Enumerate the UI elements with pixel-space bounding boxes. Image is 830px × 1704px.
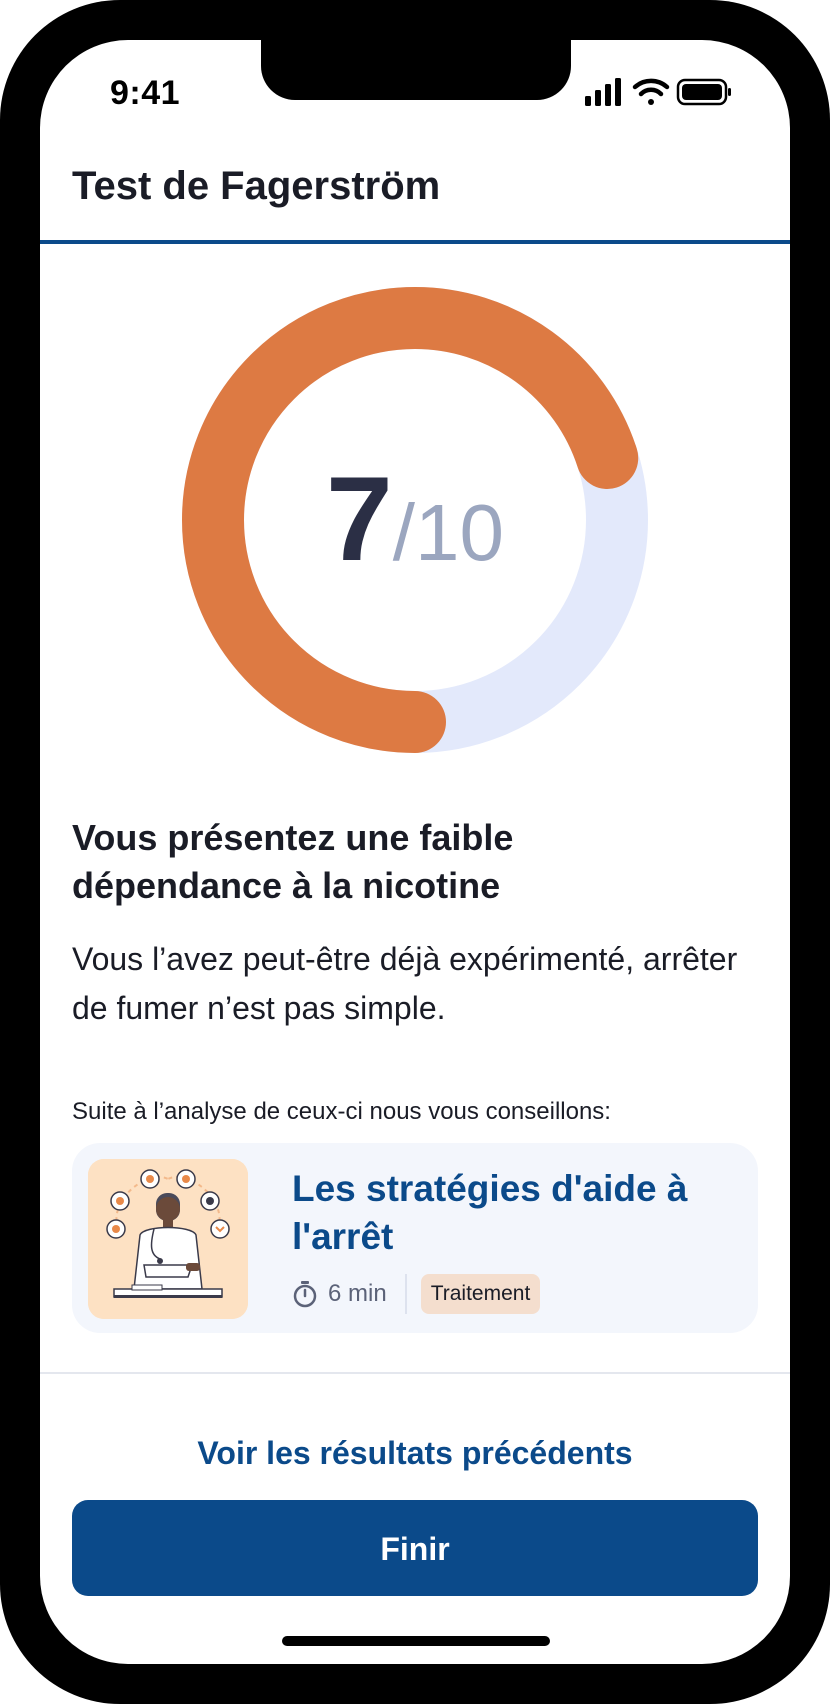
wifi-icon (632, 78, 670, 105)
score-display: 7/10 (180, 450, 650, 588)
doctor-illustration (88, 1159, 248, 1319)
meta-divider (404, 1274, 407, 1314)
notch (261, 40, 571, 100)
doctor-illustration-art (88, 1159, 248, 1319)
category-tag: Traitement (420, 1274, 541, 1314)
card-meta: 6 min Traitement (292, 1273, 541, 1315)
status-time: 9:41 (110, 74, 181, 112)
previous-results-link[interactable]: Voir les résultats précédents (40, 1435, 790, 1472)
finish-button[interactable]: Finir (72, 1500, 758, 1596)
battery-icon (676, 78, 731, 106)
result-description: Vous l’avez peut-être déjà expérimenté, … (72, 941, 738, 1026)
cellular-signal-icon (585, 78, 621, 106)
card-duration: 6 min (328, 1280, 387, 1307)
screen: 9:41 Test de Fagerström 7/10 Vous présen… (40, 40, 790, 1664)
timer-icon (293, 1281, 317, 1308)
score-value: 7 (326, 452, 393, 586)
footer-divider (40, 1372, 790, 1374)
card-title: Les stratégies d'aide à l'arrêt (292, 1168, 688, 1257)
score-total: /10 (392, 488, 504, 577)
phone-frame: 9:41 Test de Fagerström 7/10 Vous présen… (0, 0, 830, 1704)
recommendation-card[interactable]: Les stratégies d'aide à l'arrêt 6 min Tr… (72, 1143, 758, 1333)
result-title: Vous présentez une faible dépendance à l… (72, 817, 514, 906)
advice-intro: Suite à l’analyse de ceux-ci nous vous c… (72, 1098, 611, 1125)
home-indicator (282, 1636, 550, 1646)
status-icons (585, 78, 731, 106)
page-title: Test de Fagerström (72, 164, 441, 208)
header-divider (40, 240, 790, 244)
